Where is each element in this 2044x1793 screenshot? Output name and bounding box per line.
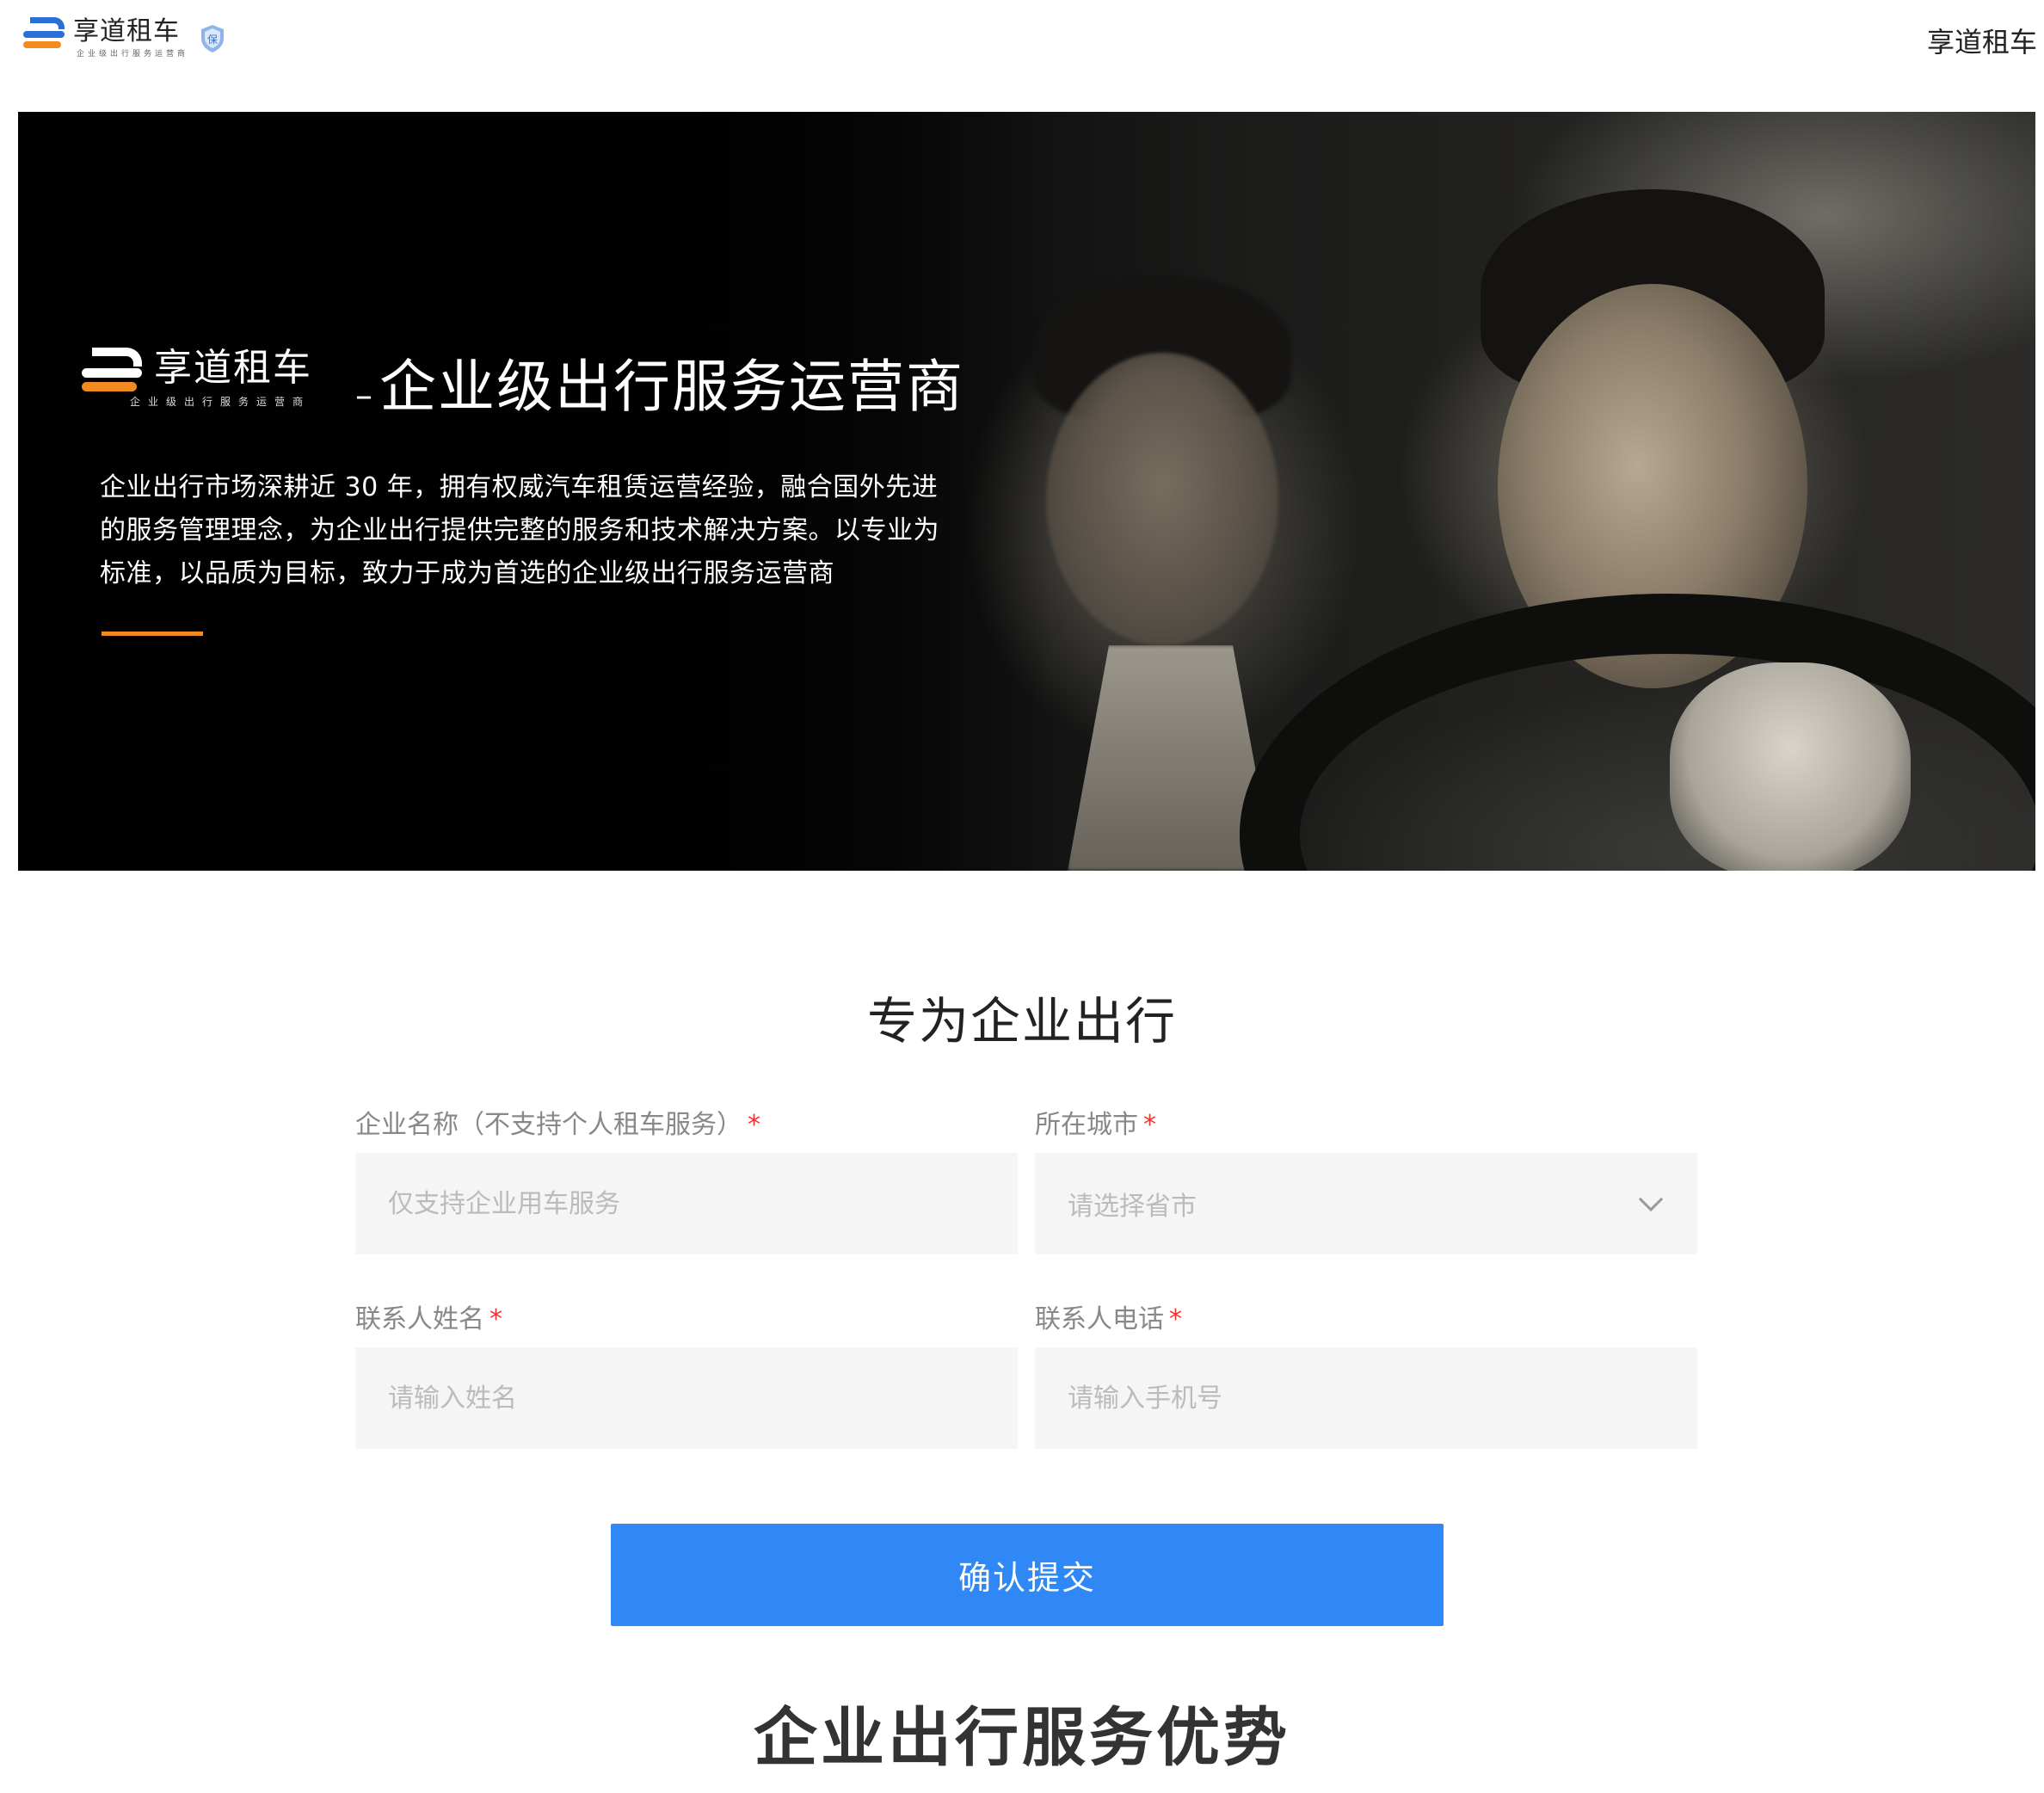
banner-accent-line [102,632,203,636]
city-select-placeholder: 请选择省市 [1068,1192,1197,1222]
company-name-input[interactable] [355,1153,1018,1254]
banner-logo-mark-icon [82,348,147,396]
contact-name-label: 联系人姓名 * [355,1304,502,1334]
banner-logo-slogan: 企业级出行服务运营商 [130,396,311,408]
banner-logo-name: 享道租车 [154,346,312,390]
banner-description: 企业出行市场深耕近 30 年，拥有权威汽车租赁运营经验，融合国外先进的服务管理理… [100,472,939,588]
city-label: 所在城市 * [1035,1110,1156,1140]
advantages-section-title: 企业出行服务优势 [754,1701,1290,1775]
brand-logo-name: 享道租车 [73,16,180,46]
svg-text:保: 保 [207,34,218,46]
shield-badge-icon: 保 [201,25,224,52]
submit-button[interactable]: 确认提交 [611,1524,1444,1626]
contact-phone-input[interactable] [1035,1347,1697,1449]
company-name-label: 企业名称（不支持个人租车服务） * [355,1110,760,1140]
form-title: 专为企业出行 [866,992,1177,1051]
banner-title: 企业级出行服务运营商 [379,354,964,420]
header-brand-link[interactable]: 享道租车 [1927,21,2037,60]
contact-name-input[interactable] [355,1347,1018,1449]
banner-title-dash: – [355,376,372,416]
city-select[interactable]: 请选择省市 [1035,1153,1697,1254]
contact-phone-label: 联系人电话 * [1035,1304,1182,1334]
chevron-down-icon [1638,1186,1664,1212]
brand-logo[interactable]: 享道租车 企业级出行服务运营商 [23,15,188,71]
brand-logo-slogan: 企业级出行服务运营商 [77,50,189,59]
banner-photo-steering-wheel [1240,594,2035,871]
banner-brand-logo: 享道租车 企业级出行服务运营商 [82,346,312,409]
brand-logo-mark-icon [23,17,68,52]
site-header: 享道租车 企业级出行服务运营商 保 享道租车 [0,0,2044,112]
hero-banner: 享道租车 企业级出行服务运营商 – 企业级出行服务运营商 企业出行市场深耕近 3… [18,112,2035,871]
